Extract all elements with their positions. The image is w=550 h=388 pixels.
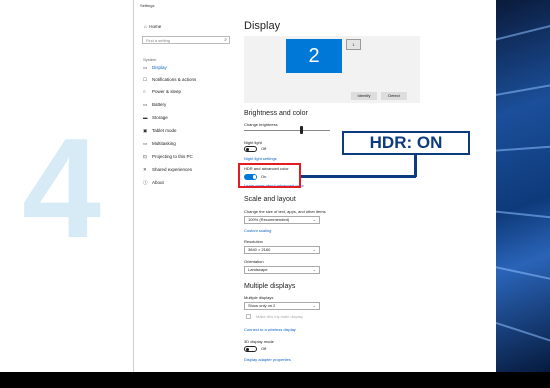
identify-button[interactable]: Identify (351, 92, 377, 100)
display-adapter-link[interactable]: Display adapter properties (244, 357, 291, 362)
multiple-displays-heading: Multiple displays (244, 283, 296, 290)
night-light-settings-link[interactable]: Night light settings (244, 156, 277, 161)
desktop-wallpaper (495, 0, 550, 372)
shared-icon: ✕ (143, 167, 147, 172)
change-brightness-label: Change brightness (244, 122, 278, 127)
sidebar-home[interactable]: ⌂ Home (144, 24, 161, 29)
night-light-label: Night light (244, 140, 262, 145)
orientation-label: Orientation (244, 259, 264, 264)
sidebar-item-projecting[interactable]: ⊡ Projecting to this PC (143, 153, 193, 161)
chevron-down-icon: ⌄ (312, 217, 316, 222)
night-light-toggle[interactable] (244, 146, 257, 152)
chevron-down-icon: ⌄ (312, 267, 316, 272)
callout-connector-horizontal (301, 175, 416, 178)
sidebar-item-label: Power & sleep (152, 89, 182, 94)
sidebar-item-about[interactable]: ⓘ About (143, 179, 164, 187)
main-display-checkbox[interactable] (246, 314, 251, 319)
search-icon: ⌕ (224, 37, 227, 43)
battery-icon: ▭ (143, 102, 148, 107)
home-icon: ⌂ (144, 24, 147, 29)
sidebar-item-label: Shared experiences (152, 167, 193, 172)
chevron-down-icon: ⌄ (312, 247, 316, 252)
monitor-1[interactable]: 1 (346, 39, 361, 50)
sidebar-item-label: Notifications & actions (152, 77, 197, 82)
sidebar-item-label: Battery (152, 102, 167, 107)
sidebar-item-label: Display (152, 65, 167, 70)
wireless-display-link[interactable]: Connect to a wireless display (244, 327, 296, 332)
power-icon: ○ (143, 89, 146, 94)
custom-scaling-link[interactable]: Custom scaling (244, 228, 271, 233)
sidebar-item-multitasking[interactable]: ▭ Multitasking (143, 140, 176, 148)
scale-heading: Scale and layout (244, 196, 296, 203)
projecting-icon: ⊡ (143, 154, 147, 159)
night-light-state: Off (261, 146, 267, 151)
sidebar-item-power[interactable]: ○ Power & sleep (143, 88, 181, 96)
sidebar-item-display[interactable]: ▭ Display (143, 64, 167, 72)
settings-window: Settings ⌂ Home Find a setting ⌕ System … (133, 0, 496, 372)
resolution-value: 3840 × 2160 (248, 247, 271, 252)
bottom-bar (0, 372, 550, 388)
brightness-heading: Brightness and color (244, 110, 308, 117)
sidebar-item-shared[interactable]: ✕ Shared experiences (143, 166, 192, 174)
scale-value: 100% (Recommended) (248, 217, 290, 222)
hdr-callout: HDR: ON (342, 131, 470, 155)
hdr-highlight-box (238, 163, 301, 188)
page-title: Display (244, 20, 281, 32)
scale-label: Change the size of text, apps, and other… (244, 209, 326, 214)
resolution-label: Resolution (244, 239, 263, 244)
notifications-icon: ☐ (143, 77, 148, 82)
main-display-label: Make this my main display (256, 314, 303, 319)
multiple-displays-label: Multiple displays (244, 295, 274, 300)
callout-connector-vertical (414, 153, 417, 177)
sidebar-item-label: Storage (152, 115, 168, 120)
sidebar-item-tablet[interactable]: ▣ Tablet mode (143, 127, 177, 135)
brightness-slider-thumb[interactable] (300, 126, 303, 134)
storage-icon: ▬ (143, 115, 148, 120)
resolution-dropdown[interactable]: 3840 × 2160 ⌄ (244, 246, 320, 254)
sidebar-category: System (143, 57, 157, 62)
window-title: Settings (140, 3, 155, 8)
search-input[interactable]: Find a setting ⌕ (142, 36, 230, 44)
sidebar-item-storage[interactable]: ▬ Storage (143, 114, 168, 122)
step-number: 4 (22, 109, 101, 268)
3d-display-state: Off (261, 346, 267, 351)
chevron-down-icon: ⌄ (312, 303, 316, 308)
info-icon: ⓘ (143, 180, 148, 185)
detect-button[interactable]: Detect (381, 92, 407, 100)
orientation-value: Landscape (248, 267, 268, 272)
sidebar-item-notifications[interactable]: ☐ Notifications & actions (143, 76, 196, 84)
multiple-displays-dropdown[interactable]: Show only on 2 ⌄ (244, 302, 320, 310)
sidebar-item-battery[interactable]: ▭ Battery (143, 101, 166, 109)
sidebar-item-label: Projecting to this PC (152, 154, 193, 159)
sidebar-item-label: Tablet mode (152, 128, 177, 133)
sidebar-item-label: About (152, 180, 164, 185)
monitor-2[interactable]: 2 (286, 39, 342, 73)
3d-display-label: 3D display mode (244, 339, 274, 344)
orientation-dropdown[interactable]: Landscape ⌄ (244, 266, 320, 274)
display-icon: ▭ (143, 65, 148, 70)
3d-display-toggle[interactable] (244, 346, 257, 352)
multiple-displays-value: Show only on 2 (248, 303, 276, 308)
sidebar-home-label: Home (149, 24, 162, 29)
brightness-slider[interactable] (244, 130, 330, 131)
sidebar-item-label: Multitasking (152, 141, 176, 146)
multitasking-icon: ▭ (143, 141, 148, 146)
scale-dropdown[interactable]: 100% (Recommended) ⌄ (244, 216, 320, 224)
tablet-icon: ▣ (143, 128, 148, 133)
search-placeholder: Find a setting (146, 38, 171, 43)
